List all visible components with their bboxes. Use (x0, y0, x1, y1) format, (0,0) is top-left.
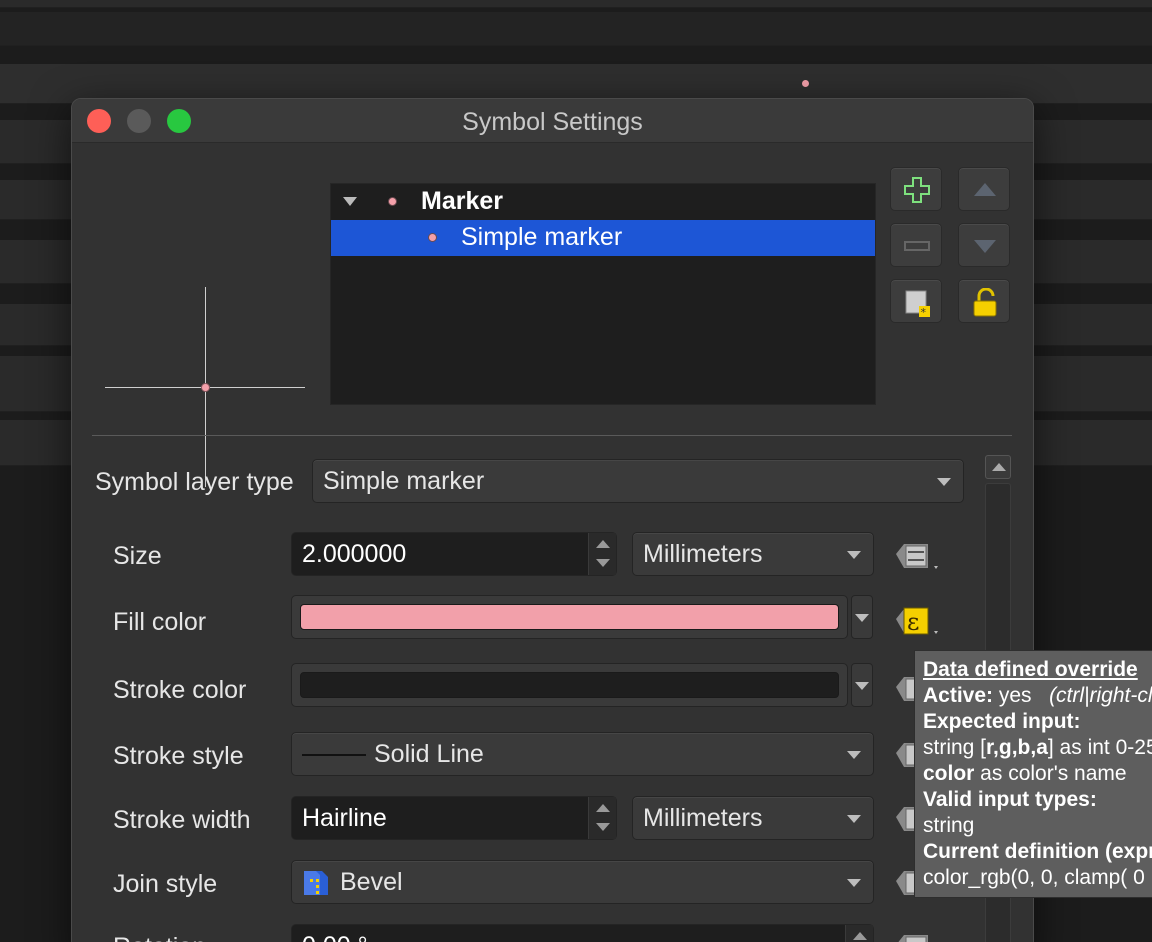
data-defined-icon (896, 544, 938, 569)
chevron-down-icon (847, 551, 861, 559)
svg-text:ε: ε (907, 608, 919, 636)
fill-color-label: Fill color (113, 608, 207, 636)
duplicate-layer-button[interactable]: * (890, 279, 942, 323)
join-style-select[interactable]: Bevel (291, 860, 874, 904)
marker-dot-icon (428, 233, 437, 242)
stepper-up-icon[interactable] (853, 932, 867, 940)
tooltip-current-label: Current definition (expression): (923, 840, 1152, 863)
background-marker-dot (802, 80, 809, 87)
tooltip-expected-label: Expected input: (923, 710, 1081, 733)
size-data-defined-button[interactable] (894, 536, 944, 576)
solid-line-icon (302, 754, 366, 756)
stroke-style-label: Stroke style (113, 742, 244, 770)
lock-layer-button[interactable] (958, 279, 1010, 323)
rotation-stepper[interactable] (845, 925, 873, 942)
remove-layer-button[interactable] (890, 223, 942, 267)
tree-item-label: Simple marker (461, 223, 623, 251)
chevron-down-icon (847, 751, 861, 759)
join-style-value: Bevel (340, 868, 403, 896)
stroke-color-button[interactable] (291, 663, 848, 707)
move-down-icon (974, 240, 996, 253)
stroke-width-unit-select[interactable]: Millimeters (632, 796, 874, 840)
join-style-label: Join style (113, 870, 218, 898)
symbol-settings-dialog: Symbol Settings Marker Simple marker * S… (71, 98, 1034, 942)
size-label: Size (113, 542, 162, 570)
stroke-style-value: Solid Line (374, 740, 484, 768)
fill-color-button[interactable] (291, 595, 848, 639)
size-spinbox[interactable]: 2.000000 (291, 532, 617, 576)
move-up-icon (974, 183, 996, 196)
stroke-color-label: Stroke color (113, 676, 247, 704)
move-up-button[interactable] (958, 167, 1010, 211)
tooltip-expected-line1: string [r,g,b,a] as int 0-255 (923, 736, 1152, 759)
tooltip-active-hint: (ctrl|right-click) (1049, 684, 1152, 707)
marker-dot-icon (388, 197, 397, 206)
stroke-width-value: Hairline (302, 804, 387, 832)
bevel-join-icon (304, 871, 328, 895)
rotation-value: 0.00 ° (302, 932, 368, 942)
tooltip-valid-label: Valid input types: (923, 788, 1097, 811)
stepper-up-icon[interactable] (596, 804, 610, 812)
window-title: Symbol Settings (462, 108, 643, 136)
stepper-up-icon[interactable] (596, 540, 610, 548)
size-value: 2.000000 (302, 540, 407, 568)
tree-item-simple-marker[interactable]: Simple marker (331, 220, 875, 256)
chevron-down-icon (847, 879, 861, 887)
tooltip-valid-value: string (923, 814, 975, 837)
background-toolbar-1 (0, 0, 1152, 8)
symbol-layer-type-label: Symbol layer type (95, 468, 294, 496)
tooltip-active-label: Active: (923, 684, 994, 707)
stroke-width-label: Stroke width (113, 806, 251, 834)
chevron-down-icon (937, 478, 951, 486)
fill-color-swatch (300, 604, 839, 630)
expand-arrow-icon[interactable] (343, 197, 357, 206)
add-layer-icon (904, 177, 930, 203)
stroke-width-spinbox[interactable]: Hairline (291, 796, 617, 840)
data-defined-override-tooltip: Data defined override Active: yes (ctrl|… (914, 650, 1152, 898)
symbol-layer-type-select[interactable]: Simple marker (312, 459, 964, 503)
tree-item-label: Marker (421, 187, 503, 215)
stroke-style-select[interactable]: Solid Line (291, 732, 874, 776)
title-bar: Symbol Settings (72, 99, 1033, 143)
rotation-spinbox[interactable]: 0.00 ° (291, 924, 874, 942)
stroke-color-dropdown[interactable] (851, 663, 873, 707)
background-toolbar-2 (0, 12, 1152, 46)
data-defined-icon (898, 935, 928, 942)
rotation-data-defined-button[interactable] (894, 927, 944, 942)
size-unit-select[interactable]: Millimeters (632, 532, 874, 576)
stroke-width-unit-value: Millimeters (643, 804, 763, 832)
tooltip-current-value: color_rgb(0, 0, clamp( 0 (923, 866, 1145, 889)
expression-active-icon: ε (896, 607, 938, 636)
fill-color-data-defined-button[interactable]: ε (894, 601, 944, 641)
unlocked-icon (973, 288, 997, 317)
tooltip-expected-line2: color as color's name (923, 762, 1127, 785)
remove-layer-icon (904, 241, 930, 251)
tooltip-active-line: Active: yes (ctrl|right-click) (923, 683, 1152, 709)
fill-color-dropdown[interactable] (851, 595, 873, 639)
tooltip-active-value: yes (993, 684, 1032, 707)
scroll-up-button[interactable] (985, 455, 1011, 479)
section-divider (92, 435, 1012, 436)
symbol-preview (102, 191, 306, 487)
stepper-down-icon[interactable] (596, 559, 610, 567)
chevron-down-icon (847, 815, 861, 823)
duplicate-layer-icon: * (905, 290, 930, 318)
preview-marker-dot (201, 383, 210, 392)
rotation-label: Rotation (113, 933, 206, 942)
move-down-button[interactable] (958, 223, 1010, 267)
stroke-width-stepper[interactable] (588, 797, 616, 839)
symbol-layer-tree[interactable]: Marker Simple marker (330, 183, 876, 405)
size-unit-value: Millimeters (643, 540, 763, 568)
symbol-layer-type-value: Simple marker (323, 467, 485, 495)
size-stepper[interactable] (588, 533, 616, 575)
add-layer-button[interactable] (890, 167, 942, 211)
stepper-down-icon[interactable] (596, 823, 610, 831)
svg-text:*: * (921, 306, 927, 318)
stroke-color-swatch (300, 672, 839, 698)
tree-item-marker[interactable]: Marker (331, 184, 875, 220)
tooltip-title: Data defined override (923, 658, 1138, 681)
